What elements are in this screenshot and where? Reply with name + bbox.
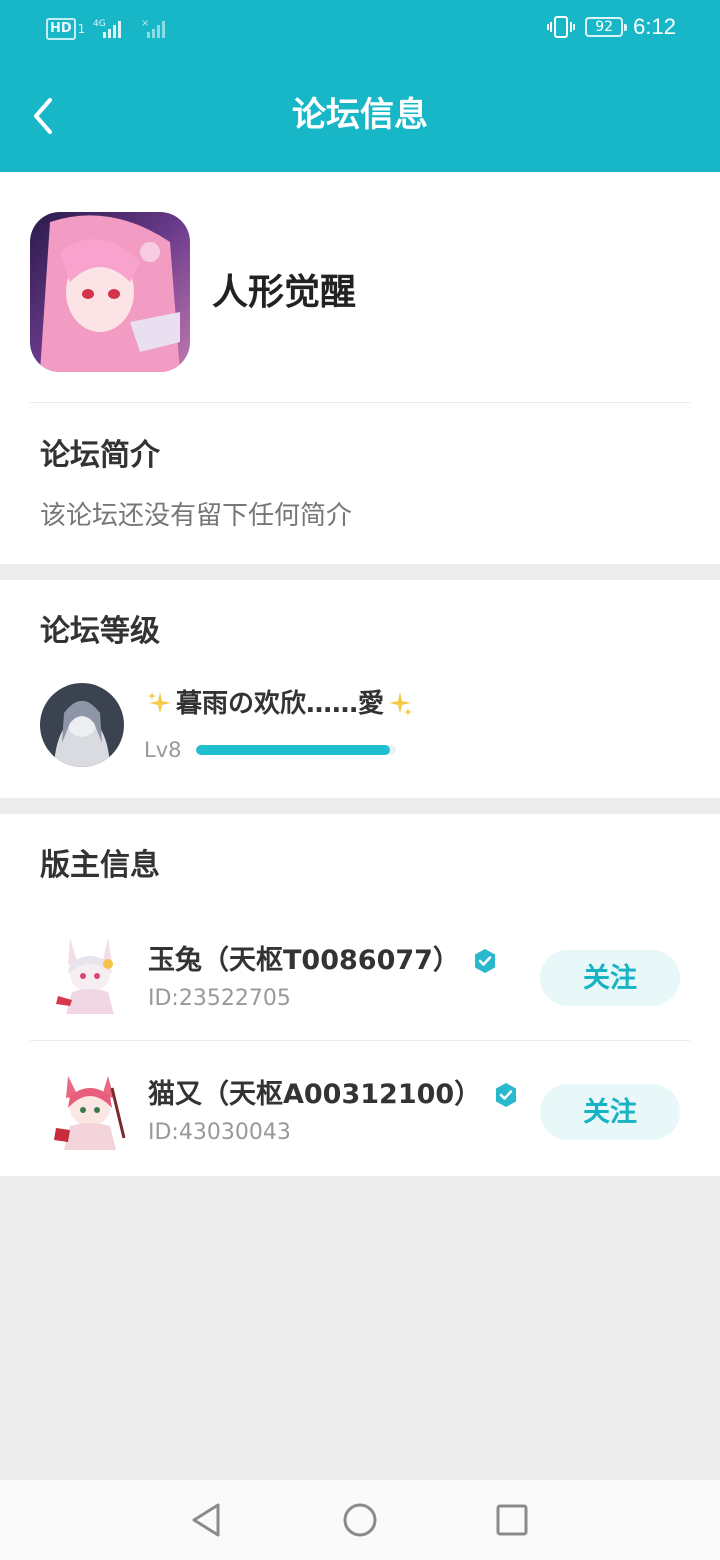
- system-nav-bar: [0, 1480, 720, 1560]
- level-progress-bar: [196, 745, 396, 755]
- svg-text:×: ×: [141, 18, 149, 29]
- follow-button[interactable]: 关注: [540, 950, 680, 1006]
- moderators-card: 版主信息 玉兔（天枢T0086077） ID:23522705 关注 猫又（天枢…: [0, 814, 720, 1176]
- forum-artwork: [30, 212, 190, 372]
- forum-level-card: 论坛等级 暮雨の欢欣……愛 Lv8: [0, 580, 720, 798]
- moderator-avatar-image: [48, 1068, 132, 1152]
- vibrate-icon: [547, 16, 576, 38]
- divider: [30, 402, 690, 403]
- nav-home-button[interactable]: [340, 1500, 380, 1540]
- moderator-name-text: 玉兔（天枢T0086077）: [148, 945, 460, 976]
- status-time: 6:12: [633, 14, 676, 39]
- level-title: 论坛等级: [40, 614, 160, 649]
- recents-square-icon: [496, 1504, 528, 1536]
- forum-icon: [30, 212, 190, 372]
- back-triangle-icon: [192, 1503, 220, 1537]
- moderator-name[interactable]: 猫又（天枢A00312100）: [148, 1076, 519, 1114]
- status-left: HD 1 4G ×: [46, 18, 167, 40]
- network-type-text: 4G: [93, 19, 106, 29]
- status-right: 92 6:12: [547, 14, 676, 40]
- verified-badge-icon: [496, 1083, 517, 1107]
- status-bar: HD 1 4G × 92 6:12: [0, 0, 720, 60]
- moderator-id: ID:23522705: [148, 986, 291, 1011]
- sparkle-icon: [148, 692, 171, 714]
- level-user-name[interactable]: 暮雨の欢欣……愛: [146, 686, 414, 722]
- follow-button[interactable]: 关注: [540, 1084, 680, 1140]
- intro-title: 论坛简介: [40, 438, 160, 473]
- level-user-name-text: 暮雨の欢欣……愛: [176, 689, 385, 719]
- moderator-id: ID:43030043: [148, 1120, 291, 1145]
- hd-badge: HD: [46, 18, 76, 40]
- signal-icon: 4G: [93, 19, 122, 38]
- nav-recents-button[interactable]: [492, 1500, 532, 1540]
- level-progress-fill: [196, 745, 390, 755]
- sparkle-icon: [389, 692, 413, 716]
- forum-info-card: 人形觉醒 论坛简介 该论坛还没有留下任何简介: [0, 172, 720, 564]
- moderator-name[interactable]: 玉兔（天枢T0086077）: [148, 942, 498, 980]
- moderator-row[interactable]: 玉兔（天枢T0086077） ID:23522705 关注: [0, 914, 720, 1042]
- moderator-name-text: 猫又（天枢A00312100）: [148, 1079, 482, 1110]
- battery-indicator: 92: [585, 17, 628, 37]
- avatar[interactable]: [48, 934, 132, 1018]
- level-label: Lv8: [144, 738, 182, 762]
- user-avatar-image: [40, 683, 124, 767]
- avatar[interactable]: [40, 683, 124, 767]
- sim-index: 1: [77, 22, 86, 36]
- home-circle-icon: [343, 1503, 377, 1537]
- moderator-row[interactable]: 猫又（天枢A00312100） ID:43030043 关注: [0, 1048, 720, 1176]
- signal-off-icon: ×: [141, 18, 166, 38]
- moderator-avatar-image: [48, 934, 132, 1018]
- nav-back-button[interactable]: [186, 1500, 226, 1540]
- divider: [30, 1040, 690, 1041]
- avatar[interactable]: [48, 1068, 132, 1152]
- forum-name: 人形觉醒: [212, 272, 357, 313]
- app-header: HD 1 4G × 92 6:12 论坛信息: [0, 0, 720, 172]
- intro-text: 该论坛还没有留下任何简介: [40, 501, 353, 531]
- verified-badge-icon: [474, 949, 495, 973]
- moderators-title: 版主信息: [40, 848, 160, 883]
- page-title: 论坛信息: [292, 95, 428, 135]
